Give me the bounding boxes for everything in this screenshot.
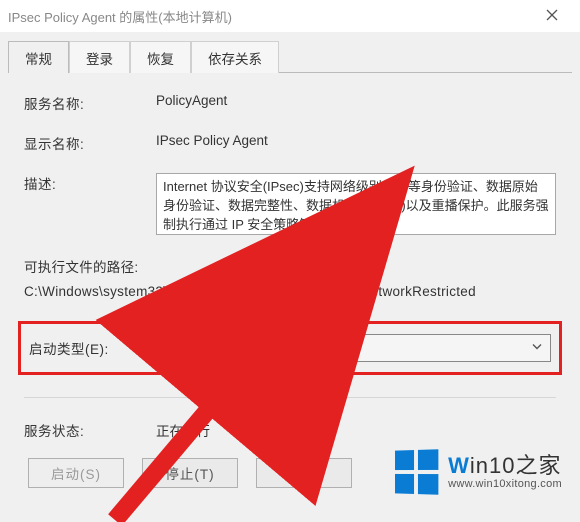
- tab-recovery[interactable]: 恢复: [130, 41, 191, 73]
- label-display-name: 显示名称:: [24, 131, 156, 153]
- label-description: 描述:: [24, 171, 156, 193]
- label-service-name: 服务名称:: [24, 91, 156, 113]
- watermark-brand-initial: W: [448, 453, 470, 478]
- row-display-name: 显示名称: IPsec Policy Agent: [24, 131, 556, 153]
- tab-general[interactable]: 常规: [8, 41, 69, 73]
- pause-button[interactable]: 暂停: [256, 458, 352, 488]
- row-startup-type: 启动类型(E): 自动: [18, 321, 562, 375]
- tab-dependencies[interactable]: 依存关系: [191, 41, 279, 73]
- windows-logo-icon: [395, 449, 438, 494]
- value-service-status: 正在运行: [156, 418, 556, 440]
- label-executable: 可执行文件的路径:: [24, 256, 556, 280]
- row-description: 描述:: [24, 171, 556, 238]
- close-button[interactable]: [532, 2, 572, 30]
- tab-strip: 常规 登录 恢复 依存关系: [8, 40, 572, 73]
- start-button[interactable]: 启动(S): [28, 458, 124, 488]
- stop-button[interactable]: 停止(T): [142, 458, 238, 488]
- label-service-status: 服务状态:: [24, 418, 156, 440]
- description-textarea[interactable]: [156, 173, 556, 235]
- value-display-name: IPsec Policy Agent: [156, 131, 556, 148]
- general-panel: 服务名称: PolicyAgent 显示名称: IPsec Policy Age…: [8, 73, 572, 500]
- tab-logon[interactable]: 登录: [69, 41, 130, 73]
- row-service-name: 服务名称: PolicyAgent: [24, 91, 556, 113]
- watermark-url: www.win10xitong.com: [448, 478, 562, 491]
- tabs-container: 常规 登录 恢复 依存关系 服务名称: PolicyAgent 显示名称: IP…: [0, 32, 580, 500]
- close-icon: [546, 9, 558, 24]
- value-executable: C:\Windows\system32\svchost.exe -k Netwo…: [24, 280, 556, 304]
- titlebar: IPsec Policy Agent 的属性(本地计算机): [0, 0, 580, 32]
- startup-type-select-wrap: 自动: [161, 334, 551, 362]
- value-description-wrap: [156, 171, 556, 238]
- startup-type-select[interactable]: 自动: [161, 334, 551, 362]
- value-service-name: PolicyAgent: [156, 91, 556, 108]
- watermark-brand-rest: in10之家: [470, 453, 562, 478]
- row-service-status: 服务状态: 正在运行: [24, 418, 556, 440]
- watermark-text: Win10之家 www.win10xitong.com: [448, 453, 562, 491]
- properties-dialog: IPsec Policy Agent 的属性(本地计算机) 常规 登录 恢复 依…: [0, 0, 580, 522]
- separator: [24, 397, 556, 398]
- watermark-brand: Win10之家: [448, 453, 562, 478]
- window-title: IPsec Policy Agent 的属性(本地计算机): [8, 7, 532, 26]
- watermark: Win10之家 www.win10xitong.com: [394, 450, 562, 494]
- label-startup-type: 启动类型(E):: [29, 338, 161, 358]
- row-executable: 可执行文件的路径: C:\Windows\system32\svchost.ex…: [24, 256, 556, 305]
